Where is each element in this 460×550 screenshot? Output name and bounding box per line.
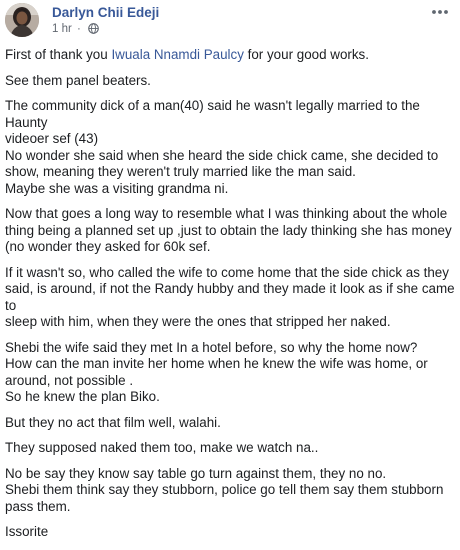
post-paragraph: They supposed naked them too, make we wa… [5,440,319,455]
post-time[interactable]: 1 hr [52,23,72,35]
post-paragraph: Now that goes a long way to resemble wha… [5,206,452,254]
post-body: First of thank you Iwuala Nnamdi Paulcy … [5,47,455,550]
post-paragraph: Issorite [5,524,49,539]
post-header: Darlyn Chii Edeji 1 hr · [5,3,455,37]
meta-separator: · [77,23,81,35]
avatar[interactable] [5,3,39,37]
paragraph-text: First of thank you [5,47,112,62]
profile-photo-icon [5,3,39,37]
author-name[interactable]: Darlyn Chii Edeji [52,5,159,20]
post-paragraph: The community dick of a man(40) said he … [5,98,439,196]
post-paragraph: See them panel beaters. [5,72,151,88]
post-paragraph: But they no act that film well, walahi. [5,414,221,430]
facebook-post: Darlyn Chii Edeji 1 hr · First of thank … [0,0,460,539]
more-options-icon[interactable] [430,5,450,19]
post-paragraph: No be say they know say table go turn ag… [5,465,444,514]
post-paragraph: If it wasn't so, who called the wife to … [5,264,455,330]
post-paragraph: Shebi the wife said they met In a hotel … [5,339,428,405]
globe-icon[interactable] [88,23,99,34]
post-meta: 1 hr · [52,23,99,35]
post-paragraph: First of thank you Iwuala Nnamdi Paulcy … [5,47,455,64]
paragraph-text: for your good works. [243,47,369,62]
mention-link[interactable]: Iwuala Nnamdi Paulcy [111,47,243,62]
